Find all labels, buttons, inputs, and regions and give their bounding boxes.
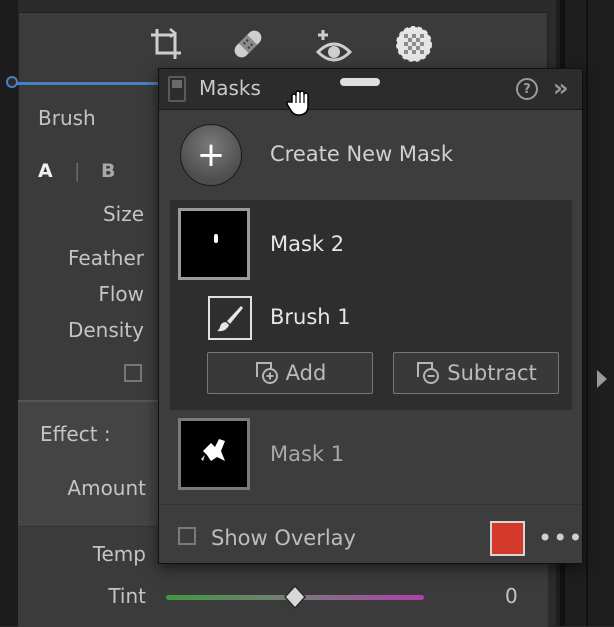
density-label: Density: [67, 318, 144, 342]
add-button-label: Add: [285, 361, 327, 385]
hand-cursor-icon: [286, 88, 316, 122]
subtract-button[interactable]: Subtract: [393, 352, 559, 394]
brush-1-name[interactable]: Brush 1: [270, 305, 351, 329]
add-mask-icon: [255, 362, 278, 384]
panel-divider-line: [12, 82, 162, 85]
amount-label: Amount: [67, 476, 146, 500]
healing-icon[interactable]: [228, 24, 268, 64]
tint-slider-thumb[interactable]: [283, 584, 307, 613]
masks-panel-footer-divider: [159, 504, 582, 505]
crop-icon[interactable]: [146, 24, 186, 64]
masks-panel-drag-handle[interactable]: [340, 78, 380, 86]
temp-label: Temp: [92, 542, 146, 566]
help-icon[interactable]: ?: [516, 78, 538, 100]
masks-panel-title: Masks: [199, 76, 261, 100]
create-new-mask-button[interactable]: +: [180, 124, 242, 186]
masking-icon[interactable]: [394, 24, 434, 64]
collapse-panel-icon[interactable]: »: [553, 74, 569, 102]
show-overlay-label[interactable]: Show Overlay: [211, 526, 356, 550]
mask-2-thumbnail[interactable]: [178, 208, 250, 280]
overlay-color-swatch[interactable]: [490, 521, 525, 556]
size-label: Size: [102, 202, 144, 226]
right-divider: [586, 0, 588, 626]
left-panel-edge: [0, 0, 18, 626]
mask-1-thumbnail[interactable]: [178, 418, 250, 490]
brush-tab-separator: |: [74, 160, 81, 182]
effect-label: Effect :: [40, 422, 111, 446]
masks-panel-toggle[interactable]: [168, 76, 186, 102]
brush-a-tab[interactable]: A: [38, 160, 53, 182]
redeye-icon[interactable]: [314, 26, 354, 66]
plus-icon: +: [196, 135, 226, 175]
show-overlay-checkbox[interactable]: [178, 527, 196, 545]
brush-heading: Brush: [38, 106, 96, 130]
tint-value: 0: [505, 584, 518, 608]
expand-right-panel-icon[interactable]: [597, 370, 607, 388]
panel-divider-handle[interactable]: [6, 76, 18, 88]
flow-label: Flow: [98, 282, 144, 306]
subtract-mask-icon: [417, 362, 440, 384]
mask-2-name[interactable]: Mask 2: [270, 232, 344, 256]
feather-label: Feather: [67, 246, 144, 270]
create-new-mask-label[interactable]: Create New Mask: [270, 142, 453, 166]
more-options-icon[interactable]: •••: [538, 524, 583, 552]
brush-b-tab[interactable]: B: [101, 160, 115, 182]
add-button[interactable]: Add: [207, 352, 373, 394]
tint-label: Tint: [108, 584, 146, 608]
auto-mask-checkbox[interactable]: [124, 364, 142, 382]
subtract-button-label: Subtract: [447, 361, 537, 385]
mask-1-name[interactable]: Mask 1: [270, 442, 344, 466]
brush-component-icon[interactable]: [208, 296, 252, 340]
